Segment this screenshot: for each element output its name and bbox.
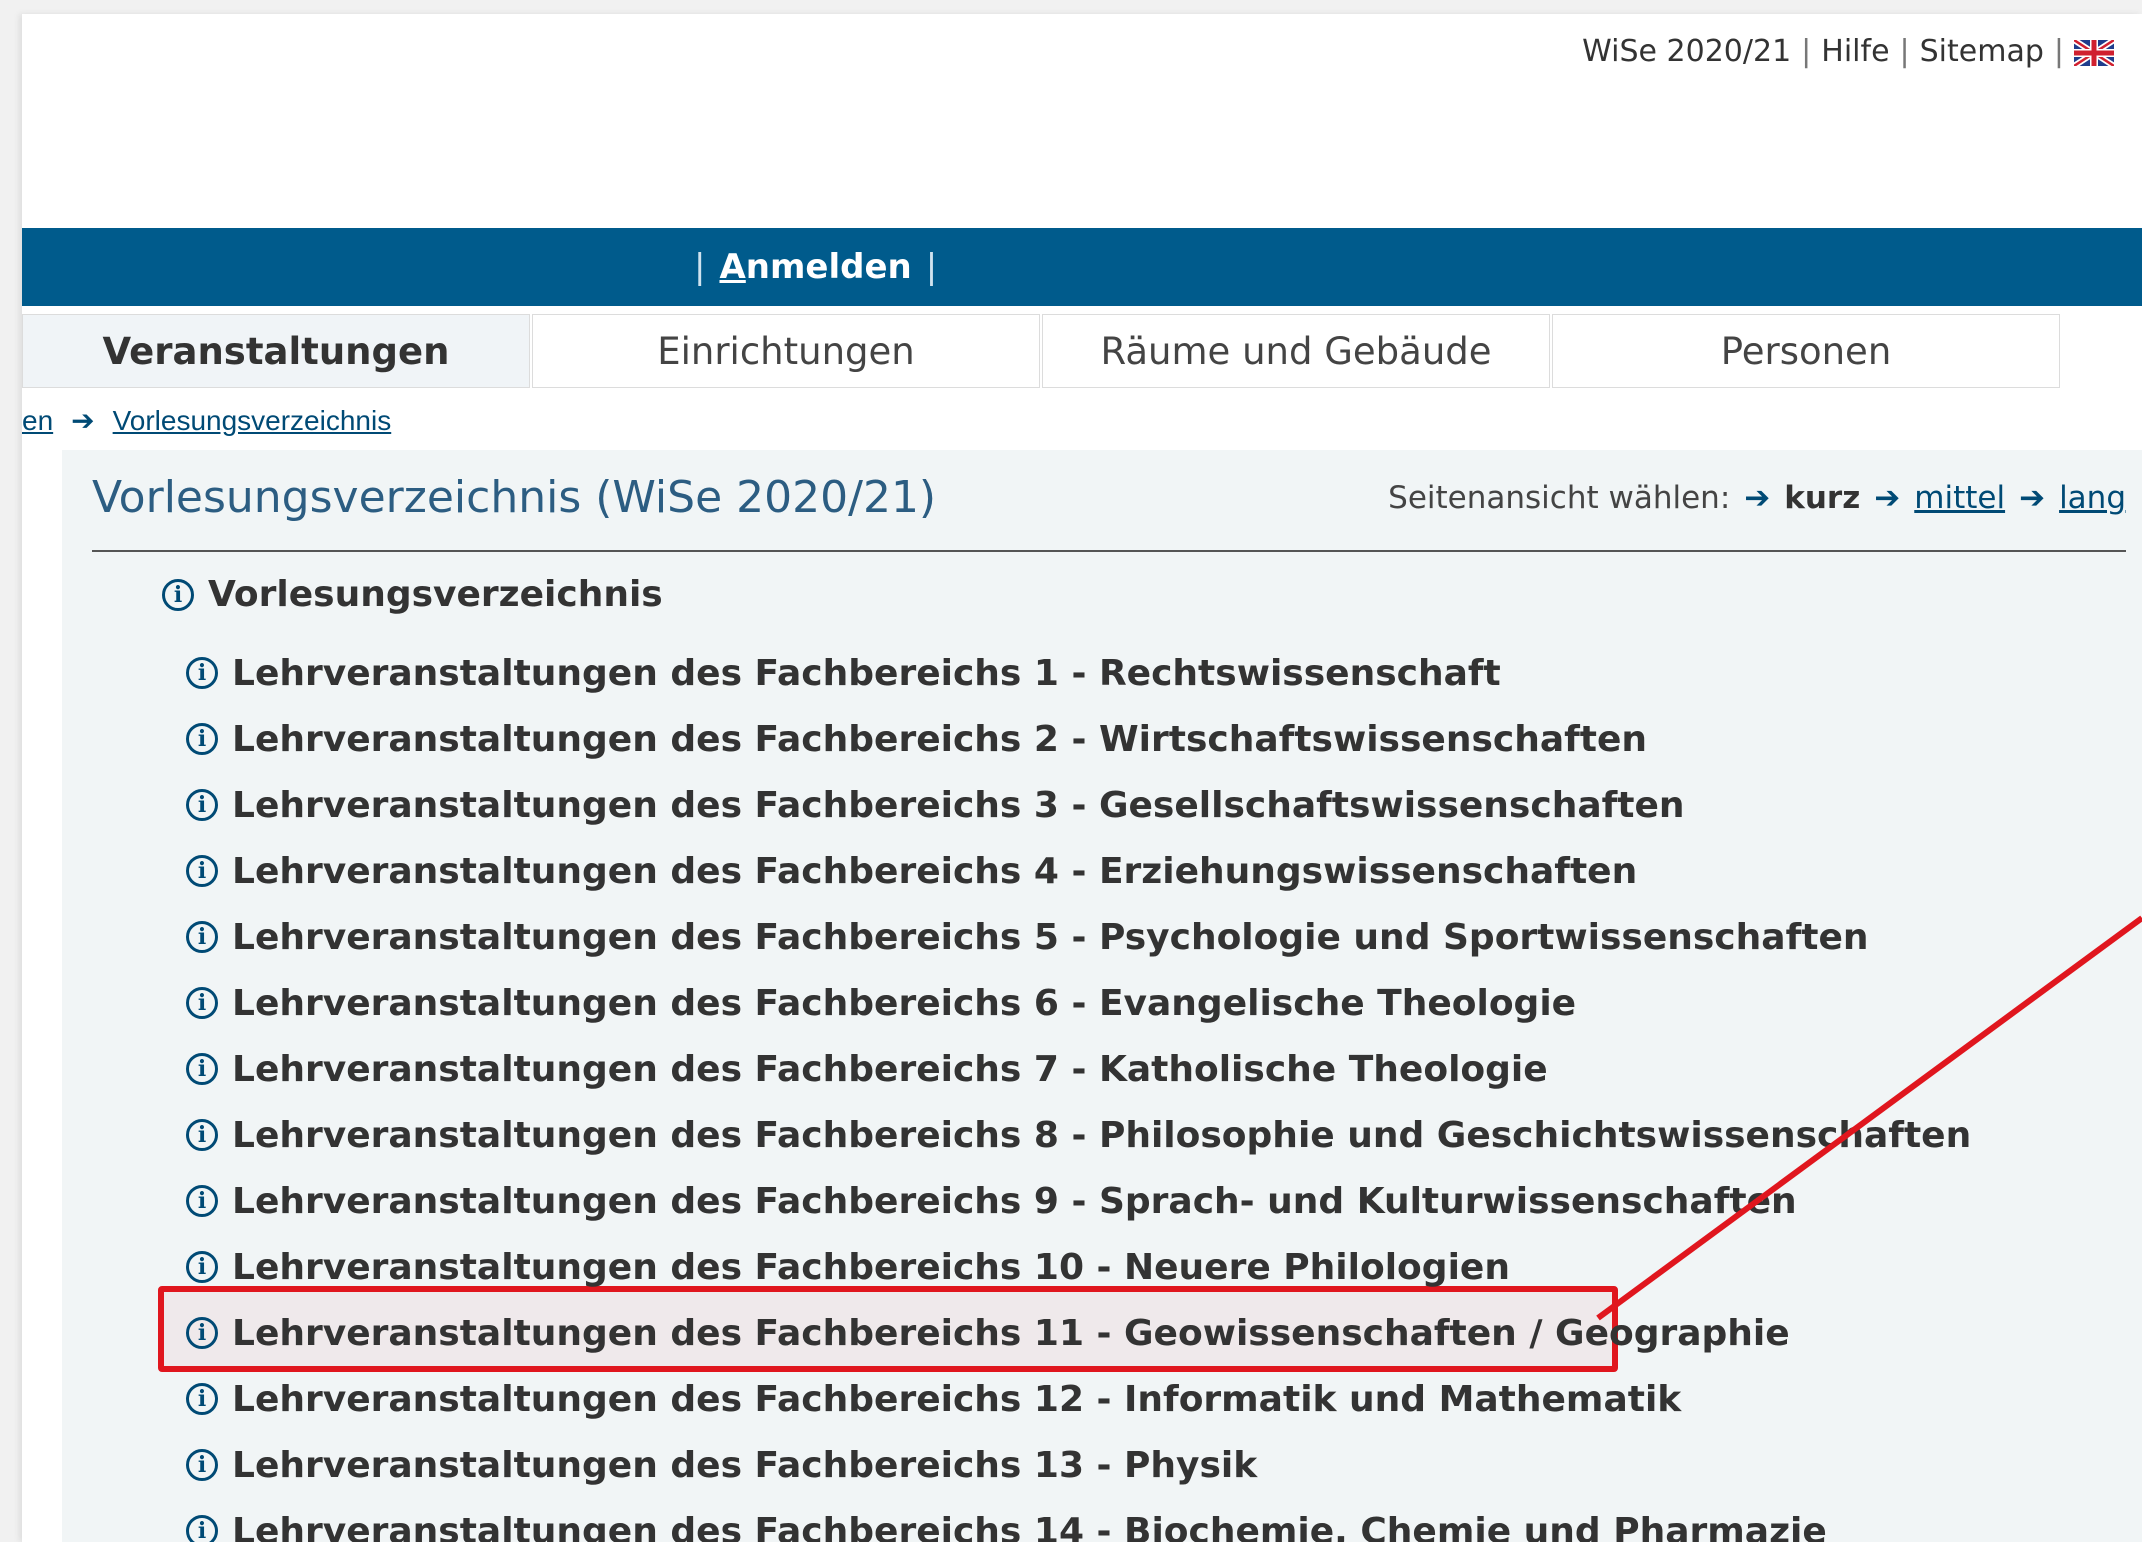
view-selector-label: Seitenansicht wählen:: [1388, 480, 1731, 516]
list-item-label[interactable]: Lehrveranstaltungen des Fachbereichs 11 …: [232, 1313, 1790, 1354]
list-item[interactable]: i Lehrveranstaltungen des Fachbereichs 8 …: [186, 1102, 1971, 1168]
list-item-label[interactable]: Lehrveranstaltungen des Fachbereichs 10 …: [232, 1247, 1510, 1288]
list-item-label[interactable]: Lehrveranstaltungen des Fachbereichs 13 …: [232, 1445, 1257, 1486]
breadcrumb: en ➔ Vorlesungsverzeichnis: [22, 404, 391, 437]
list-item[interactable]: i Lehrveranstaltungen des Fachbereichs 14…: [186, 1498, 1971, 1542]
main-content: Vorlesungsverzeichnis (WiSe 2020/21) Sei…: [62, 450, 2142, 1542]
list-item[interactable]: i Lehrveranstaltungen des Fachbereichs 6 …: [186, 970, 1971, 1036]
list-item[interactable]: i Lehrveranstaltungen des Fachbereichs 2 …: [186, 706, 1971, 772]
list-item-label[interactable]: Lehrveranstaltungen des Fachbereichs 9 -…: [232, 1181, 1797, 1222]
separator: |: [2053, 34, 2064, 69]
help-link[interactable]: Hilfe: [1821, 34, 1889, 69]
info-icon[interactable]: i: [186, 1251, 218, 1283]
info-icon[interactable]: i: [186, 723, 218, 755]
tab-personen[interactable]: Personen: [1552, 314, 2060, 388]
info-icon[interactable]: i: [186, 1515, 218, 1542]
list-item[interactable]: i Lehrveranstaltungen des Fachbereichs 10…: [186, 1234, 1971, 1300]
separator: |: [694, 247, 706, 287]
list-item-highlighted[interactable]: i Lehrveranstaltungen des Fachbereichs 11…: [186, 1300, 1971, 1366]
tab-einrichtungen[interactable]: Einrichtungen: [532, 314, 1040, 388]
info-icon[interactable]: i: [186, 987, 218, 1019]
info-icon[interactable]: i: [186, 1383, 218, 1415]
info-icon[interactable]: i: [186, 1449, 218, 1481]
breadcrumb-prev-link[interactable]: en: [22, 405, 53, 437]
view-option-lang[interactable]: lang: [2059, 480, 2126, 516]
list-item-label[interactable]: Lehrveranstaltungen des Fachbereichs 12 …: [232, 1379, 1681, 1420]
view-option-mittel[interactable]: mittel: [1914, 480, 2005, 516]
info-icon[interactable]: i: [186, 1317, 218, 1349]
list-item[interactable]: i Lehrveranstaltungen des Fachbereichs 5 …: [186, 904, 1971, 970]
info-icon[interactable]: i: [186, 855, 218, 887]
arrow-right-icon: ➔: [2019, 480, 2046, 516]
list-item[interactable]: i Lehrveranstaltungen des Fachbereichs 1 …: [186, 640, 1971, 706]
main-tabs: Veranstaltungen Einrichtungen Räume und …: [22, 314, 2062, 390]
info-icon[interactable]: i: [186, 921, 218, 953]
arrow-right-icon: ➔: [1874, 480, 1901, 516]
list-item-label[interactable]: Lehrveranstaltungen des Fachbereichs 6 -…: [232, 983, 1576, 1024]
separator: |: [925, 247, 938, 287]
info-icon[interactable]: i: [186, 789, 218, 821]
info-icon[interactable]: i: [186, 1053, 218, 1085]
arrow-right-icon: ➔: [71, 405, 95, 436]
list-item[interactable]: i Lehrveranstaltungen des Fachbereichs 4 …: [186, 838, 1971, 904]
divider: [92, 550, 2126, 552]
list-item-label[interactable]: Lehrveranstaltungen des Fachbereichs 14 …: [232, 1511, 1827, 1542]
breadcrumb-current-link[interactable]: Vorlesungsverzeichnis: [113, 405, 392, 437]
semester-link[interactable]: WiSe 2020/21: [1582, 34, 1791, 69]
view-option-kurz: kurz: [1784, 480, 1861, 516]
info-icon[interactable]: i: [162, 578, 194, 611]
list-item[interactable]: i Lehrveranstaltungen des Fachbereichs 13…: [186, 1432, 1971, 1498]
list-item[interactable]: i Lehrveranstaltungen des Fachbereichs 7 …: [186, 1036, 1971, 1102]
page: WiSe 2020/21 | Hilfe | Sitemap | | Anmel…: [22, 14, 2142, 1542]
sitemap-link[interactable]: Sitemap: [1920, 34, 2044, 69]
list-item-label[interactable]: Lehrveranstaltungen des Fachbereichs 7 -…: [232, 1049, 1548, 1090]
list-item-label[interactable]: Lehrveranstaltungen des Fachbereichs 1 -…: [232, 653, 1501, 694]
uk-flag-icon[interactable]: [2072, 36, 2116, 69]
info-icon[interactable]: i: [186, 657, 218, 689]
tab-raeume-und-gebaeude[interactable]: Räume und Gebäude: [1042, 314, 1550, 388]
tree-items: i Lehrveranstaltungen des Fachbereichs 1 …: [186, 640, 1971, 1542]
tree-root[interactable]: i Vorlesungsverzeichnis: [162, 574, 663, 615]
list-item-label[interactable]: Lehrveranstaltungen des Fachbereichs 2 -…: [232, 719, 1647, 760]
list-item-label[interactable]: Lehrveranstaltungen des Fachbereichs 3 -…: [232, 785, 1685, 826]
list-item-label[interactable]: Lehrveranstaltungen des Fachbereichs 8 -…: [232, 1115, 1971, 1156]
list-item[interactable]: i Lehrveranstaltungen des Fachbereichs 12…: [186, 1366, 1971, 1432]
list-item-label[interactable]: Lehrveranstaltungen des Fachbereichs 5 -…: [232, 917, 1869, 958]
view-selector: Seitenansicht wählen: ➔ kurz ➔ mittel ➔ …: [1388, 480, 2126, 516]
separator: |: [1801, 34, 1812, 69]
list-item[interactable]: i Lehrveranstaltungen des Fachbereichs 9 …: [186, 1168, 1971, 1234]
list-item-label[interactable]: Lehrveranstaltungen des Fachbereichs 4 -…: [232, 851, 1637, 892]
login-link[interactable]: Anmelden: [719, 247, 911, 287]
info-icon[interactable]: i: [186, 1185, 218, 1217]
separator: |: [1899, 34, 1910, 69]
list-item[interactable]: i Lehrveranstaltungen des Fachbereichs 3 …: [186, 772, 1971, 838]
tree-root-label[interactable]: Vorlesungsverzeichnis: [208, 574, 663, 615]
tab-veranstaltungen[interactable]: Veranstaltungen: [22, 314, 530, 388]
main-navbar: | Anmelden |: [22, 228, 2142, 306]
page-title: Vorlesungsverzeichnis (WiSe 2020/21): [92, 472, 937, 523]
info-icon[interactable]: i: [186, 1119, 218, 1151]
arrow-right-icon: ➔: [1744, 480, 1771, 516]
top-links: WiSe 2020/21 | Hilfe | Sitemap |: [1582, 34, 2116, 69]
